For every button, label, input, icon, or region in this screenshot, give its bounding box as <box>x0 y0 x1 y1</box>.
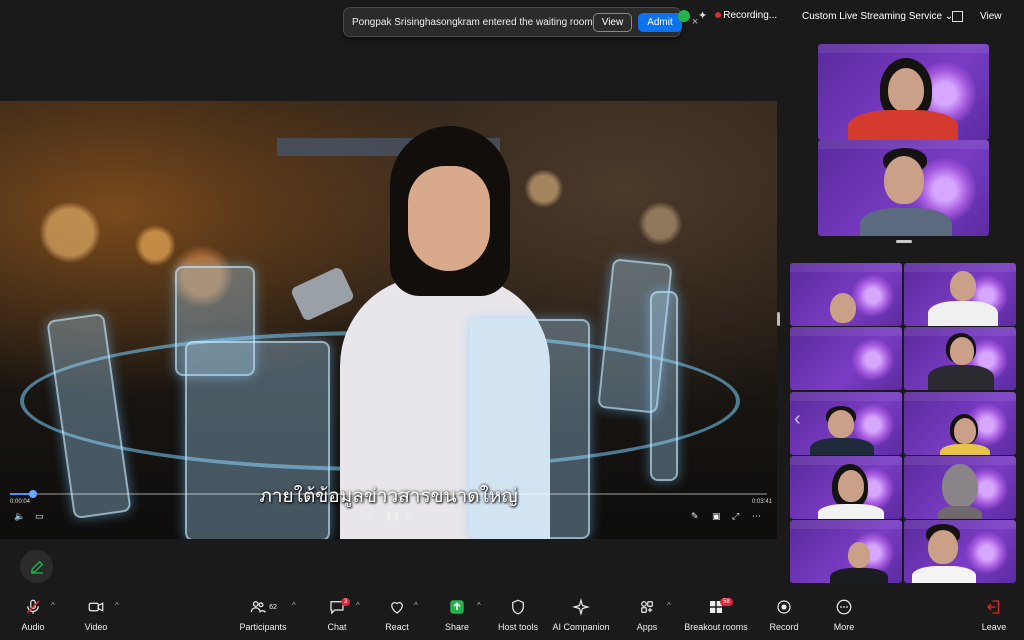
captions-icon[interactable]: ▭ <box>35 511 44 522</box>
recording-indicator: ✦ Recording... <box>678 9 777 22</box>
video-options-caret[interactable]: ^ <box>115 601 119 610</box>
holo-card <box>650 291 678 481</box>
recording-status[interactable]: Recording... <box>715 10 777 21</box>
record-icon <box>777 600 791 614</box>
phone-image <box>289 266 356 322</box>
more-button[interactable]: More <box>805 596 883 632</box>
participant-tile[interactable] <box>790 392 902 455</box>
participant-tile[interactable] <box>904 263 1016 326</box>
fullscreen-icon[interactable]: ⤢ <box>732 511 739 522</box>
audio-options-caret[interactable]: ^ <box>51 601 55 610</box>
live-stream-menu[interactable]: Custom Live Streaming Service ⌄ <box>802 11 953 22</box>
more-options-icon[interactable]: ⋯ <box>752 511 761 522</box>
pencil-icon <box>30 560 43 574</box>
breakout-badge: 58 <box>720 598 733 606</box>
apps-button[interactable]: Apps <box>608 596 686 632</box>
participant-tile[interactable] <box>790 520 902 583</box>
apps-options-caret[interactable]: ^ <box>667 601 671 610</box>
video-progress-bar[interactable] <box>10 490 767 498</box>
participants-button[interactable]: 62 Participants <box>224 596 302 632</box>
video-scrubber[interactable] <box>28 490 37 498</box>
speaker-tile[interactable] <box>818 140 989 236</box>
notification-message: Pongpak Srisinghasongkram entered the wa… <box>352 16 593 28</box>
annotate-icon[interactable]: ✎ <box>691 511 699 522</box>
participant-tile[interactable] <box>790 456 902 519</box>
time-total: 0:03:41 <box>752 499 773 505</box>
participant-tile[interactable] <box>904 456 1016 519</box>
participant-tile[interactable] <box>904 392 1016 455</box>
whiteboard-button[interactable] <box>20 550 53 583</box>
record-dot-icon <box>715 12 722 18</box>
microphone-muted-icon <box>26 599 40 614</box>
time-elapsed: 0:00:04 <box>10 499 31 505</box>
view-menu-button[interactable]: View <box>980 11 1002 22</box>
participants-count: 62 <box>269 603 277 611</box>
panel-resize-handle[interactable] <box>777 312 780 326</box>
participants-options-caret[interactable]: ^ <box>292 601 296 610</box>
video-button[interactable]: Video <box>57 596 135 632</box>
avatar <box>942 464 978 508</box>
more-icon <box>836 599 852 615</box>
chevron-left-icon[interactable]: ‹ <box>794 408 801 431</box>
leave-button[interactable]: Leave <box>955 596 1024 632</box>
grid-icon[interactable] <box>952 11 963 22</box>
tile-pager-indicator[interactable] <box>896 240 912 243</box>
shared-video[interactable]: ภายใต้ข้อมูลข่าวสารขนาดใหญ่ 0:00:04 0:03… <box>0 101 777 539</box>
forward-icon[interactable]: ↻ <box>405 511 413 522</box>
shield-check-icon[interactable] <box>678 9 690 22</box>
participant-tile[interactable] <box>904 327 1016 390</box>
waiting-room-notification: Pongpak Srisinghasongkram entered the wa… <box>343 7 698 37</box>
shield-icon <box>512 599 524 615</box>
share-screen-icon <box>450 600 464 614</box>
picture-in-picture-icon[interactable]: ▣ <box>712 511 721 522</box>
heart-icon <box>391 602 403 614</box>
sparkle-icon[interactable]: ✦ <box>698 9 707 22</box>
sparkle-icon <box>572 598 590 616</box>
admit-button[interactable]: Admit <box>638 12 682 32</box>
participant-tile[interactable] <box>790 263 902 326</box>
participant-tile[interactable] <box>790 327 902 390</box>
rewind-icon[interactable]: ↺ <box>364 511 372 522</box>
video-subtitle: ภายใต้ข้อมูลข่าวสารขนาดใหญ่ <box>259 485 518 507</box>
volume-icon[interactable]: 🔈 <box>14 511 25 522</box>
participants-icon <box>250 601 267 613</box>
pause-icon[interactable]: ❚❚ <box>385 511 400 522</box>
notification-view-button[interactable]: View <box>592 12 633 32</box>
apps-icon <box>641 601 653 613</box>
meeting-toolbar: Audio ^ Video ^ 62 Participants ^ Chat 3… <box>0 596 1024 640</box>
speaker-tile[interactable] <box>818 44 989 140</box>
participant-tile[interactable] <box>904 520 1016 583</box>
leave-icon <box>987 600 1000 614</box>
breakout-rooms-button[interactable]: Breakout rooms <box>677 596 755 632</box>
camera-icon <box>88 602 104 612</box>
